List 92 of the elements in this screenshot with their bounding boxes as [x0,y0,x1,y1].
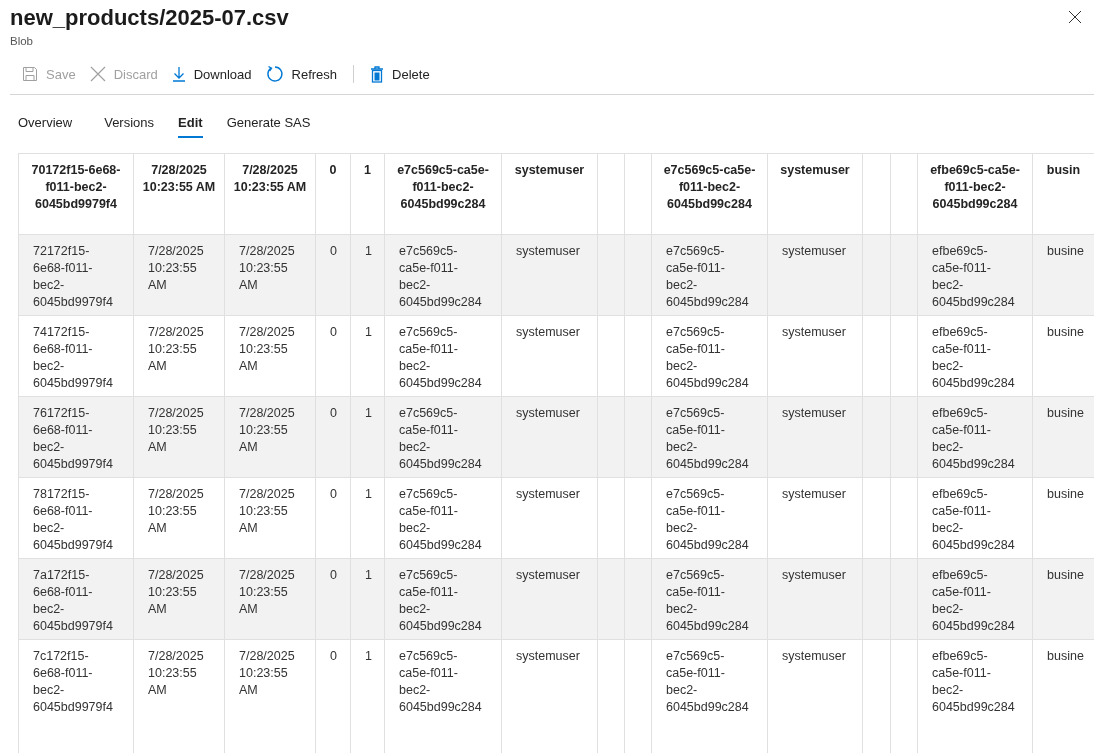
table-cell-text: 7/28/2025 10:23:55 AM [239,405,296,456]
column-header: efbe69c5-ca5e-f011-bec2-6045bd99c284 [929,162,1021,213]
column-header: e7c569c5-ca5e-f011-bec2-6045bd99c284 [396,162,490,213]
table-cell-text: busine [1047,567,1085,584]
table-cell-text: systemuser [782,324,847,341]
table-cell-text: efbe69c5-ca5e-f011-bec2-6045bd99c284 [932,648,1016,716]
table-cell-text: 7/28/2025 10:23:55 AM [148,243,205,294]
table-cell-text: busine [1047,324,1085,341]
column-header: systemuser [779,162,851,179]
table-cell-text: 7/28/2025 10:23:55 AM [239,648,296,699]
tab[interactable]: Edit [178,107,203,138]
table-cell-text: systemuser [782,486,847,503]
table-cell-text: systemuser [516,324,581,341]
table-cell-text: 7/28/2025 10:23:55 AM [148,324,205,375]
blob-subtitle: Blob [10,35,35,47]
table-cell-text: systemuser [516,405,581,422]
download-icon [171,66,186,82]
table-cell: 1 [365,324,370,341]
table-cell: 1 [365,243,370,260]
table-cell-text: busine [1047,486,1085,503]
table-cell-text: e7c569c5-ca5e-f011-bec2-6045bd99c284 [399,567,483,635]
table-cell-text: systemuser [782,243,847,260]
table-cell: 1 [365,486,370,503]
table-cell: 1 [365,405,370,422]
table-cell-text: efbe69c5-ca5e-f011-bec2-6045bd99c284 [932,243,1016,311]
table-cell-text: e7c569c5-ca5e-f011-bec2-6045bd99c284 [399,243,483,311]
table-cell-text: systemuser [782,567,847,584]
download-button[interactable]: Download [165,60,258,88]
table-cell-text: systemuser [516,648,581,665]
table-cell-text: 7a172f15-6e68-f011-bec2-6045bd9979f4 [33,567,114,635]
table-cell-text: 78172f15-6e68-f011-bec2-6045bd9979f4 [33,486,114,554]
column-header: e7c569c5-ca5e-f011-bec2-6045bd99c284 [662,162,757,213]
table-cell-text: e7c569c5-ca5e-f011-bec2-6045bd99c284 [399,486,483,554]
table-cell-text: efbe69c5-ca5e-f011-bec2-6045bd99c284 [932,324,1016,392]
table-cell: 0 [330,567,336,584]
table-cell-text: 7/28/2025 10:23:55 AM [239,486,296,537]
table-cell-text: systemuser [782,405,847,422]
table-cell-text: e7c569c5-ca5e-f011-bec2-6045bd99c284 [666,405,750,473]
tab[interactable]: Generate SAS [218,107,319,138]
refresh-icon [265,65,284,83]
table-cell-text: systemuser [516,486,581,503]
table-cell-text: efbe69c5-ca5e-f011-bec2-6045bd99c284 [932,567,1016,635]
table-cell: 0 [330,486,336,503]
blob-title: new_products/2025-07.csv [10,4,289,32]
table-cell-text: e7c569c5-ca5e-f011-bec2-6045bd99c284 [399,324,483,392]
table-cell-text: systemuser [516,243,581,260]
table-cell-text: 72172f15-6e68-f011-bec2-6045bd9979f4 [33,243,114,311]
table-cell-text: 76172f15-6e68-f011-bec2-6045bd9979f4 [33,405,114,473]
tab[interactable]: Versions [96,107,163,138]
table-cell: 1 [365,567,370,584]
table-cell-text: 7/28/2025 10:23:55 AM [148,486,205,537]
table-cell: 0 [330,243,336,260]
table-cell-text: e7c569c5-ca5e-f011-bec2-6045bd99c284 [399,648,483,716]
delete-button[interactable]: Delete [364,60,436,88]
table-cell: 0 [330,324,336,341]
table-cell-text: busine [1047,405,1085,422]
table-cell-text: efbe69c5-ca5e-f011-bec2-6045bd99c284 [932,486,1016,554]
tab[interactable]: Overview [10,107,81,138]
table-cell: 0 [330,648,336,665]
table-cell-text: e7c569c5-ca5e-f011-bec2-6045bd99c284 [666,486,750,554]
table-cell-text: 7/28/2025 10:23:55 AM [239,243,296,294]
table-cell-text: 7/28/2025 10:23:55 AM [148,567,205,618]
table-cell-text: e7c569c5-ca5e-f011-bec2-6045bd99c284 [666,567,750,635]
table-cell-text: 7c172f15-6e68-f011-bec2-6045bd9979f4 [33,648,114,716]
table-cell: 1 [365,648,370,665]
table-cell-text: efbe69c5-ca5e-f011-bec2-6045bd99c284 [932,405,1016,473]
table-cell-text: 74172f15-6e68-f011-bec2-6045bd9979f4 [33,324,114,392]
close-icon [1068,10,1082,24]
table-cell-text: e7c569c5-ca5e-f011-bec2-6045bd99c284 [399,405,483,473]
column-header: 7/28/2025 10:23:55 AM [141,162,217,196]
table-cell-text: e7c569c5-ca5e-f011-bec2-6045bd99c284 [666,324,750,392]
table-cell-text: systemuser [782,648,847,665]
table-cell-text: systemuser [516,567,581,584]
column-header: 0 [328,162,338,179]
trash-icon [370,65,385,83]
table-cell-text: e7c569c5-ca5e-f011-bec2-6045bd99c284 [666,648,750,716]
table-cell-text: busine [1047,648,1085,665]
table-cell-text: 7/28/2025 10:23:55 AM [148,648,205,699]
close-icon [89,66,106,82]
save-icon [22,66,38,82]
column-header: systemuser [513,162,586,179]
column-header: 1 [363,162,372,179]
column-header: 70172f15-6e68-f011-bec2-6045bd9979f4 [30,162,122,213]
table-cell-text: e7c569c5-ca5e-f011-bec2-6045bd99c284 [666,243,750,311]
table-cell-text: 7/28/2025 10:23:55 AM [148,405,205,456]
refresh-button[interactable]: Refresh [259,60,344,88]
column-header: busin [1045,162,1082,179]
table-cell: 0 [330,405,336,422]
table-cell-text: 7/28/2025 10:23:55 AM [239,567,296,618]
table-cell-text: 7/28/2025 10:23:55 AM [239,324,296,375]
table-cell-text: busine [1047,243,1085,260]
column-header: 7/28/2025 10:23:55 AM [232,162,308,196]
